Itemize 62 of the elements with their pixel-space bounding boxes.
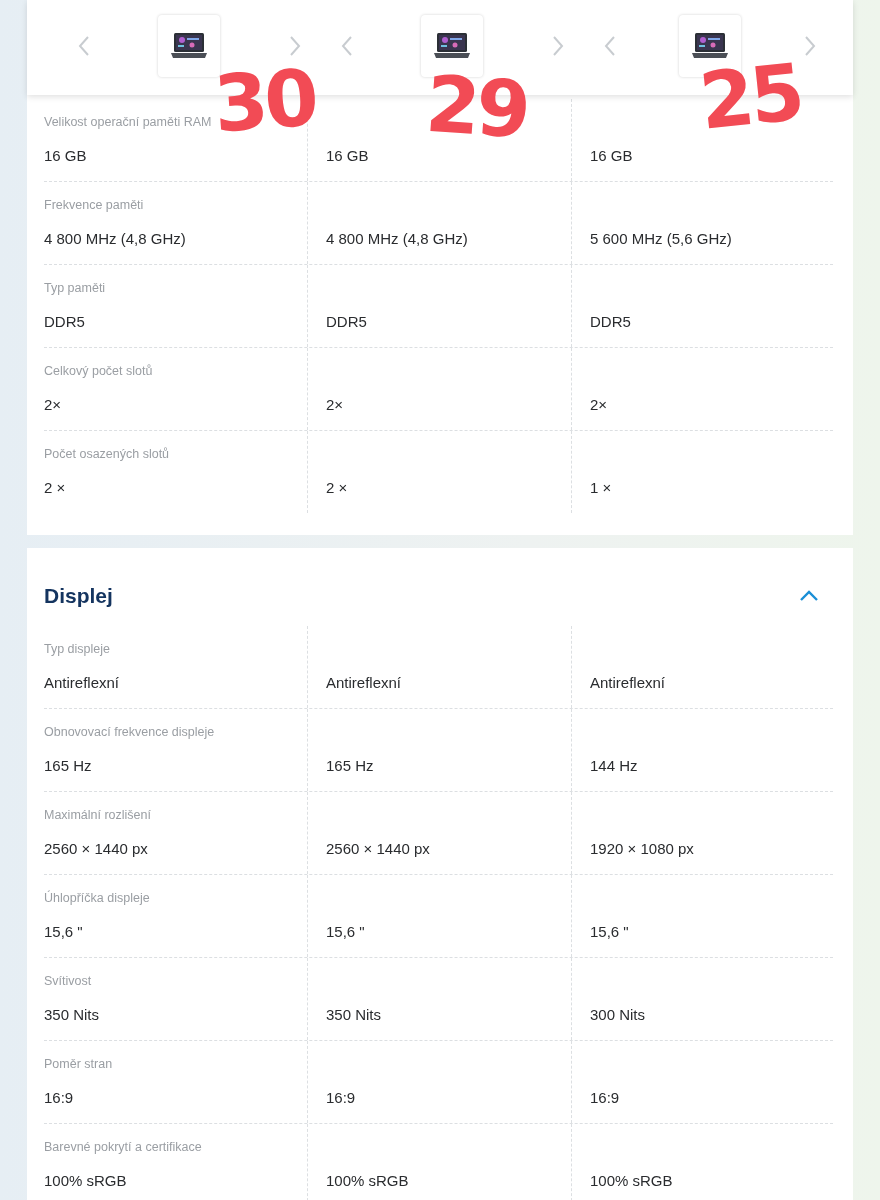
spec-value: 300 Nits	[590, 1005, 647, 1025]
spec-value: 350 Nits	[44, 1005, 101, 1025]
spec-value: 5 600 MHz (5,6 GHz)	[590, 229, 733, 249]
chevron-right-icon[interactable]	[550, 35, 565, 57]
spec-value: 4 800 MHz (4,8 GHz)	[44, 229, 187, 249]
spec-value: Antireflexní	[326, 673, 403, 693]
spec-value: 15,6 "	[326, 922, 366, 942]
spec-label: Celkový počet slotů	[44, 364, 154, 380]
spec-value: 2×	[590, 395, 609, 415]
spec-label: Úhlopříčka displeje	[44, 891, 151, 907]
spec-value: 15,6 "	[590, 922, 630, 942]
spec-value: 350 Nits	[326, 1005, 383, 1025]
spec-value: 165 Hz	[326, 756, 375, 776]
spec-value: 16 GB	[590, 146, 634, 166]
spec-value: 16:9	[590, 1088, 621, 1108]
chevron-left-icon[interactable]	[339, 35, 354, 57]
spec-value: 2560 × 1440 px	[44, 839, 149, 859]
handwritten-number: 30	[211, 58, 318, 144]
spec-label: Poměr stran	[44, 1057, 114, 1073]
spec-value: 16 GB	[326, 146, 370, 166]
spec-value: 144 Hz	[590, 756, 639, 776]
spec-value: 2560 × 1440 px	[326, 839, 431, 859]
spec-label: Typ displeje	[44, 642, 111, 658]
spec-value: 1920 × 1080 px	[590, 839, 695, 859]
spec-value: 165 Hz	[44, 756, 93, 776]
handwritten-number: 25	[696, 52, 805, 142]
spec-value: 1 ×	[590, 478, 613, 498]
spec-value: 2×	[44, 395, 63, 415]
spec-value: 2×	[326, 395, 345, 415]
spec-value: 100% sRGB	[590, 1171, 674, 1191]
spec-value: Antireflexní	[590, 673, 667, 693]
spec-value: 100% sRGB	[326, 1171, 410, 1191]
spec-value: DDR5	[326, 312, 368, 332]
spec-label: Svítivost	[44, 974, 93, 990]
section-title: Displej	[44, 584, 113, 608]
spec-value: 4 800 MHz (4,8 GHz)	[326, 229, 469, 249]
spec-label: Frekvence paměti	[44, 198, 145, 214]
spec-label: Počet osazených slotů	[44, 447, 171, 463]
spec-value: 100% sRGB	[44, 1171, 128, 1191]
spec-value: 15,6 "	[44, 922, 84, 942]
spec-value: Antireflexní	[44, 673, 121, 693]
spec-value: 16 GB	[44, 146, 88, 166]
laptop-icon	[170, 31, 209, 61]
chevron-left-icon[interactable]	[77, 35, 91, 57]
spec-label: Velikost operační paměti RAM	[44, 115, 213, 131]
handwritten-number: 29	[423, 64, 530, 150]
spec-value: 2 ×	[44, 478, 67, 498]
product-thumbnail[interactable]	[158, 15, 221, 77]
chevron-right-icon[interactable]	[803, 35, 817, 57]
chevron-right-icon[interactable]	[287, 35, 302, 57]
spec-label: Typ paměti	[44, 281, 107, 297]
spec-value: 2 ×	[326, 478, 349, 498]
spec-value: DDR5	[590, 312, 632, 332]
laptop-icon	[433, 31, 472, 61]
spec-value: 16:9	[326, 1088, 357, 1108]
spec-value: 16:9	[44, 1088, 75, 1108]
spec-label: Maximální rozlišení	[44, 808, 152, 824]
laptop-icon	[690, 31, 729, 61]
chevron-left-icon[interactable]	[602, 35, 617, 57]
spec-label: Obnovovací frekvence displeje	[44, 725, 216, 741]
spec-label: Barevné pokrytí a certifikace	[44, 1140, 203, 1156]
spec-value: DDR5	[44, 312, 86, 332]
